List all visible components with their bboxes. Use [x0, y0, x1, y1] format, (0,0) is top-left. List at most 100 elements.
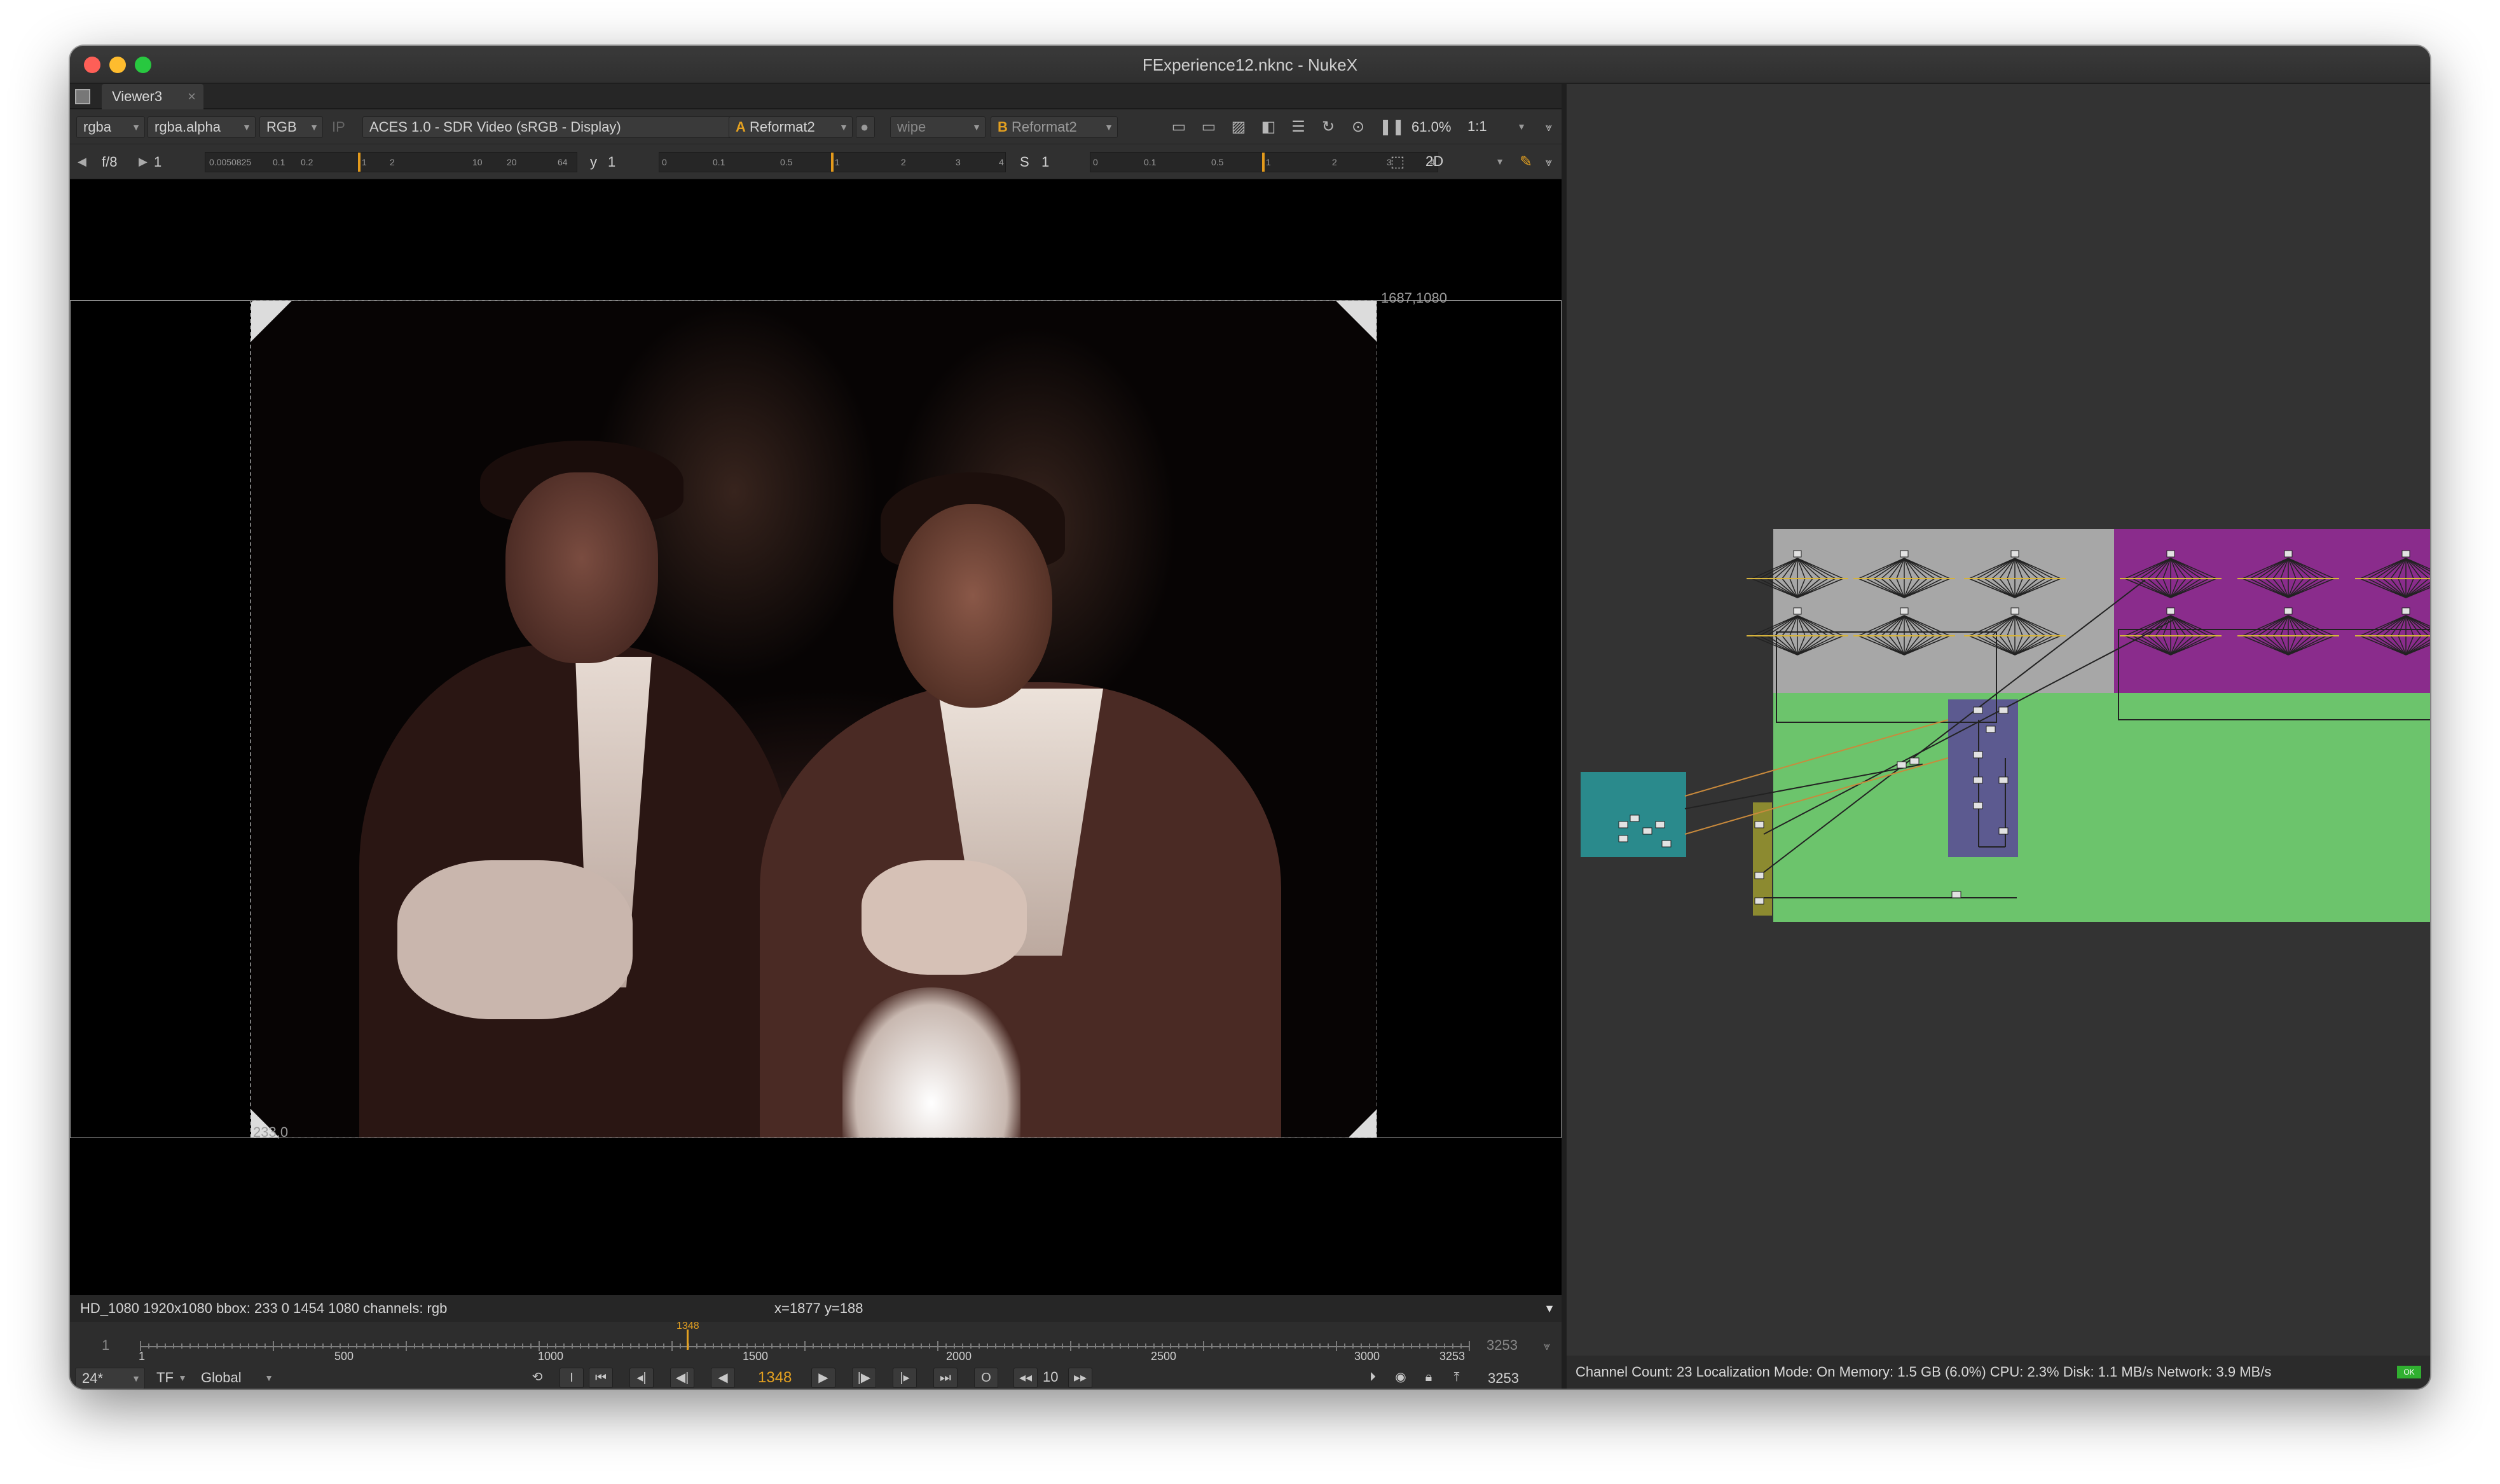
- safe-area-icon[interactable]: ▭: [1200, 118, 1218, 136]
- loop-mode-icon[interactable]: ⟲: [525, 1368, 549, 1388]
- timeline-expand-icon[interactable]: ⩔: [1544, 1340, 1550, 1353]
- backdrop-purple[interactable]: [2114, 529, 2430, 694]
- node-box[interactable]: [2401, 607, 2410, 615]
- expand-toolbar-icon[interactable]: ⩔: [1540, 118, 1558, 136]
- paint-icon[interactable]: ✎: [1517, 153, 1535, 171]
- channels-dropdown[interactable]: rgba ▼: [76, 116, 145, 138]
- gain-tick-label: 0.2: [301, 157, 313, 167]
- step-increment[interactable]: 10: [1043, 1369, 1058, 1385]
- zoom-percent[interactable]: 61.0%: [1411, 109, 1451, 144]
- export-icon[interactable]: ⤒: [1445, 1368, 1469, 1388]
- timeline-tick: [1120, 1343, 1122, 1349]
- last-frame-icon[interactable]: ⏭: [933, 1368, 958, 1388]
- timeline-end-frame[interactable]: 3253: [1487, 1337, 1518, 1354]
- current-frame-field[interactable]: 1348: [758, 1368, 792, 1388]
- timeline-tick: [1028, 1343, 1030, 1349]
- fstop-increase-icon[interactable]: ▶: [139, 144, 148, 179]
- expand-toolbar-icon[interactable]: ⩔: [1540, 153, 1558, 171]
- fstop-decrease-icon[interactable]: ◀: [78, 144, 86, 179]
- node-box[interactable]: [2166, 550, 2175, 558]
- sat-tick-label: 0: [1093, 157, 1098, 167]
- display-channels-dropdown[interactable]: RGB ▼: [259, 116, 323, 138]
- gamma-slider[interactable]: 0 0.1 0.5 1 2 3 4: [659, 152, 1006, 172]
- panel-divider[interactable]: [1562, 84, 1567, 1389]
- tf-dropdown[interactable]: TF ▼: [150, 1368, 191, 1389]
- node-box[interactable]: [2401, 550, 2410, 558]
- fstop-value[interactable]: f/8: [102, 144, 117, 179]
- skip-back-icon[interactable]: ◂◂: [1013, 1368, 1038, 1388]
- flipbook-icon[interactable]: ⏵: [1361, 1368, 1385, 1388]
- skip-forward-icon[interactable]: ▸▸: [1068, 1368, 1092, 1388]
- node-box[interactable]: [2284, 550, 2293, 558]
- ip-toggle[interactable]: IP: [332, 109, 345, 144]
- playhead[interactable]: [687, 1329, 689, 1350]
- wipe-toggle[interactable]: ●: [856, 116, 875, 138]
- backdrop-gray[interactable]: [1773, 529, 2114, 693]
- node-box[interactable]: [1900, 607, 1909, 615]
- timeline-start-frame[interactable]: 1: [102, 1337, 109, 1354]
- step-back-icon[interactable]: ◀|: [670, 1368, 694, 1388]
- node-box[interactable]: [2010, 550, 2019, 558]
- fps-dropdown[interactable]: 24* ▼: [75, 1368, 145, 1389]
- wipe-mode-dropdown[interactable]: wipe ▼: [890, 116, 986, 138]
- zebra-icon[interactable]: ▨: [1230, 118, 1247, 136]
- timeline-tick: [464, 1343, 465, 1349]
- step-forward-icon[interactable]: |▶: [852, 1368, 876, 1388]
- node-box[interactable]: [1900, 550, 1909, 558]
- viewer-panel: Viewer3 × rgba ▼ rgba.alpha ▼ RGB ▼ IP ACES…: [70, 84, 1562, 1389]
- timeline-ruler[interactable]: 1 500 1000 1500 2000 2500 3000 3253 1348: [139, 1321, 1470, 1364]
- node-box[interactable]: [1793, 550, 1802, 558]
- view-mode-dropdown[interactable]: 2D ▼: [1419, 151, 1508, 173]
- info-expand-icon[interactable]: ▼: [1544, 1295, 1555, 1322]
- timeline-tick: [779, 1343, 781, 1349]
- gain-value[interactable]: 1: [154, 144, 161, 179]
- backdrop-green[interactable]: [1773, 693, 2430, 922]
- node-graph[interactable]: [1567, 84, 2430, 1356]
- gamma-slider-knob[interactable]: [831, 153, 834, 172]
- node-box[interactable]: [1793, 607, 1802, 615]
- node-box[interactable]: [2010, 607, 2019, 615]
- roi-icon[interactable]: ▭: [1170, 118, 1188, 136]
- prev-keyframe-icon[interactable]: ◂|: [629, 1368, 654, 1388]
- timeline-tick-label: 3000: [1354, 1350, 1380, 1363]
- tab-viewer3[interactable]: Viewer3 ×: [102, 84, 203, 109]
- lut-icon[interactable]: ☰: [1289, 118, 1307, 136]
- alpha-channel-dropdown[interactable]: rgba.alpha ▼: [148, 116, 256, 138]
- play-backward-icon[interactable]: ◀: [711, 1368, 735, 1388]
- roi-select-icon[interactable]: ⬚: [1389, 153, 1406, 171]
- input-a-dropdown[interactable]: A Reformat2 ▼: [729, 116, 853, 138]
- saturation-value[interactable]: 1: [1041, 144, 1049, 179]
- gain-slider[interactable]: 0.0050825 0.1 0.2 1 2 10 20 64: [205, 152, 577, 172]
- play-forward-icon[interactable]: ▶: [811, 1368, 835, 1388]
- proxy-icon[interactable]: ⊙: [1349, 118, 1367, 136]
- scope-dropdown[interactable]: Global ▼: [195, 1368, 277, 1389]
- footage-frame: [251, 301, 1377, 1137]
- timeline-tick: [414, 1343, 416, 1349]
- colorspace-dropdown[interactable]: ACES 1.0 - SDR Video (sRGB - Display)▼: [362, 116, 744, 138]
- in-point-button[interactable]: I: [560, 1368, 584, 1388]
- overlay-icon[interactable]: ◧: [1260, 118, 1277, 136]
- node-box[interactable]: [2166, 607, 2175, 615]
- node-box[interactable]: [2284, 607, 2293, 615]
- out-frame-field[interactable]: 3253: [1488, 1370, 1519, 1387]
- gain-slider-knob[interactable]: [358, 153, 361, 172]
- saturation-slider-knob[interactable]: [1262, 153, 1265, 172]
- first-frame-icon[interactable]: ⏮: [589, 1368, 613, 1388]
- tab-close-icon[interactable]: ×: [188, 84, 196, 109]
- timeline-tick: [1219, 1343, 1221, 1349]
- timeline-tick: [771, 1343, 773, 1349]
- panel-menu-icon[interactable]: [75, 89, 90, 104]
- refresh-icon[interactable]: ↻: [1319, 118, 1337, 136]
- gamma-value[interactable]: 1: [608, 144, 615, 179]
- ratio-dropdown[interactable]: 1:1 ▼: [1461, 116, 1530, 138]
- record-icon[interactable]: ◉: [1389, 1368, 1413, 1388]
- out-point-button[interactable]: O: [974, 1368, 998, 1388]
- chevron-down-icon: ▼: [132, 122, 141, 132]
- saturation-slider[interactable]: 0 0.1 0.5 1 2 3 4: [1090, 152, 1438, 172]
- next-keyframe-icon[interactable]: |▸: [893, 1368, 917, 1388]
- pause-icon[interactable]: ❚❚: [1379, 118, 1405, 136]
- viewer-viewport[interactable]: 1687,1080 233,0: [70, 179, 1562, 1295]
- input-b-dropdown[interactable]: B Reformat2 ▼: [991, 116, 1118, 138]
- lock-icon[interactable]: 🔒︎: [1417, 1368, 1441, 1388]
- gamma-tick-label: 0.1: [713, 157, 725, 167]
